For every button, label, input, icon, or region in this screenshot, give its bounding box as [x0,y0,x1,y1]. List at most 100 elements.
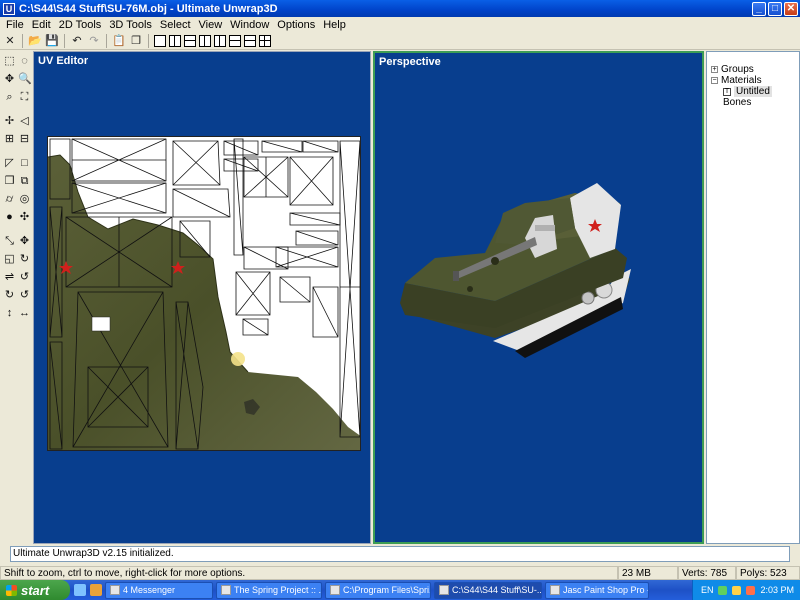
rotate-cw-icon[interactable]: ↻ [18,253,31,266]
rotate-icon[interactable]: ↻ [3,289,16,302]
tree-groups[interactable]: + Groups [711,64,799,75]
layout-split-bottom-icon[interactable] [244,34,256,47]
stretch-horizontal-icon[interactable]: ↔ [18,307,31,320]
menu-help[interactable]: Help [319,19,350,31]
weld-icon[interactable]: ⊞ [3,133,16,146]
maximize-button[interactable]: □ [768,1,782,16]
open-folder-icon[interactable]: 📂 [28,34,42,48]
title-bar: U C:\S44\S44 Stuff\SU-76M.obj - Ultimate… [0,0,800,17]
expand-icon[interactable]: + [711,66,718,73]
status-bar: Shift to zoom, ctrl to move, right-click… [0,566,800,580]
main-toolbar: ✕ 📂 💾 ↶ ↷ 📋 ❐ [0,32,800,50]
tool-palette: ⬚ ◌ ✥ 🔍 ⌕ ⛶ ✢ ◁ ⊞ ⊟ ◸ □ ❒ ⧉ ⌭ ◎ ● ✣ ⤡ ✥ ◱ ↻ ⇌ ↺ ↻ ↺ ↕… [0,52,32,544]
volume-icon[interactable] [732,585,742,595]
zoom-icon[interactable]: 🔍 [18,73,32,86]
unwrap3d-icon [439,585,449,595]
menu-select[interactable]: Select [156,19,195,31]
move-uv-icon[interactable]: ✥ [18,235,31,248]
menu-edit[interactable]: Edit [28,19,55,31]
uv-texture-canvas[interactable] [47,136,361,451]
tree-materials[interactable]: − Materials [711,75,799,86]
rotate-ccw-icon[interactable]: ↺ [18,271,31,284]
quicklaunch-ie-icon[interactable] [74,584,86,596]
scene-tree[interactable]: + Groups − Materials T Untitled Bones [706,51,800,544]
redo-icon[interactable]: ↷ [87,34,101,48]
close-button[interactable]: ✕ [784,1,798,16]
scale-uv-icon[interactable]: ◱ [3,253,16,266]
zoom-region-icon[interactable]: ⌕ [3,91,16,104]
menu-file[interactable]: File [2,19,28,31]
move-icon[interactable]: ✥ [3,73,16,86]
cube-map-icon[interactable]: ❒ [3,175,16,188]
language-indicator[interactable]: EN [701,585,714,595]
zoom-extents-icon[interactable]: ⛶ [18,91,31,104]
menu-3d-tools[interactable]: 3D Tools [105,19,156,31]
quicklaunch-folder-icon[interactable] [90,584,102,596]
status-verts: Verts: 785 [678,566,736,580]
flip-icon[interactable]: ↺ [18,289,31,302]
task-program-files[interactable]: C:\Program Files\Spri... [325,581,431,599]
start-button[interactable]: start [0,580,70,600]
task-paint-shop-pro[interactable]: Jasc Paint Shop Pro - ... [545,581,649,599]
relax-icon[interactable]: ✣ [18,211,31,224]
scale-icon[interactable]: ⤡ [3,235,16,248]
status-memory: 23 MB [618,566,678,580]
undo-icon[interactable]: ↶ [70,34,84,48]
task-spring-project[interactable]: The Spring Project :: ... [216,581,322,599]
select-vertex-icon[interactable]: ✢ [3,115,16,128]
menu-window[interactable]: Window [226,19,273,31]
app-icon[interactable]: U [3,2,15,15]
layout-split-vertical-icon[interactable] [169,34,181,47]
toolbar-separator [64,33,65,48]
paste-icon[interactable]: 📋 [112,34,126,48]
sphere-map-icon[interactable]: ◎ [18,193,31,206]
tree-bones[interactable]: Bones [711,97,799,108]
layout-split-top-icon[interactable] [229,34,241,47]
select-face-icon[interactable]: ◁ [18,115,31,128]
security-icon[interactable] [746,585,756,595]
menu-options[interactable]: Options [273,19,319,31]
collapse-icon[interactable]: − [711,77,718,84]
taskbar: start 4 Messenger The Spring Project :: … [0,580,800,600]
layout-split-right-icon[interactable] [214,34,226,47]
layout-quad-icon[interactable] [259,34,271,47]
tree-material-untitled[interactable]: T Untitled [711,86,799,97]
clock: 2:03 PM [760,585,794,595]
layout-split-left-icon[interactable] [199,34,211,47]
perspective-viewport[interactable]: Perspective [373,51,704,544]
windows-logo-icon [6,584,17,596]
toolbar-separator [148,33,149,48]
mirror-icon[interactable]: ⇌ [3,271,16,284]
browser-icon [221,585,231,595]
planar-map-icon[interactable]: ◸ [3,157,16,170]
stretch-vertical-icon[interactable]: ↕ [3,307,16,320]
minimize-button[interactable]: _ [752,1,766,16]
sphere-icon[interactable]: ● [3,211,16,224]
tree-materials-label: Materials [721,75,762,86]
task-messenger[interactable]: 4 Messenger [105,581,213,599]
menu-bar: File Edit 2D Tools 3D Tools Select View … [0,17,800,32]
cylinder-map-icon[interactable]: ⌭ [3,193,16,206]
menu-2d-tools[interactable]: 2D Tools [55,19,106,31]
copy-icon[interactable]: ❐ [129,34,143,48]
cube-wire-icon[interactable]: ⧉ [18,175,31,188]
task-label: C:\S44\S44 Stuff\SU-... [452,584,542,595]
menu-view[interactable]: View [195,19,227,31]
save-icon[interactable]: 💾 [45,34,59,48]
box-map-icon[interactable]: □ [18,157,31,170]
uv-editor-viewport[interactable]: UV Editor [33,51,371,544]
close-file-icon[interactable]: ✕ [3,34,17,48]
folder-icon [330,585,340,595]
layout-split-horizontal-icon[interactable] [184,34,196,47]
tree-groups-label: Groups [721,64,754,75]
task-label: The Spring Project :: ... [234,584,322,595]
network-icon[interactable] [718,585,728,595]
task-unwrap3d[interactable]: C:\S44\S44 Stuff\SU-... [434,581,542,599]
lasso-select-icon[interactable]: ◌ [18,55,31,68]
rect-select-icon[interactable]: ⬚ [3,55,16,68]
task-label: C:\Program Files\Spri... [343,584,431,595]
layout-single-icon[interactable] [154,34,166,47]
detach-icon[interactable]: ⊟ [18,133,31,146]
tree-bones-label: Bones [723,97,752,108]
texture-icon: T [723,87,731,96]
